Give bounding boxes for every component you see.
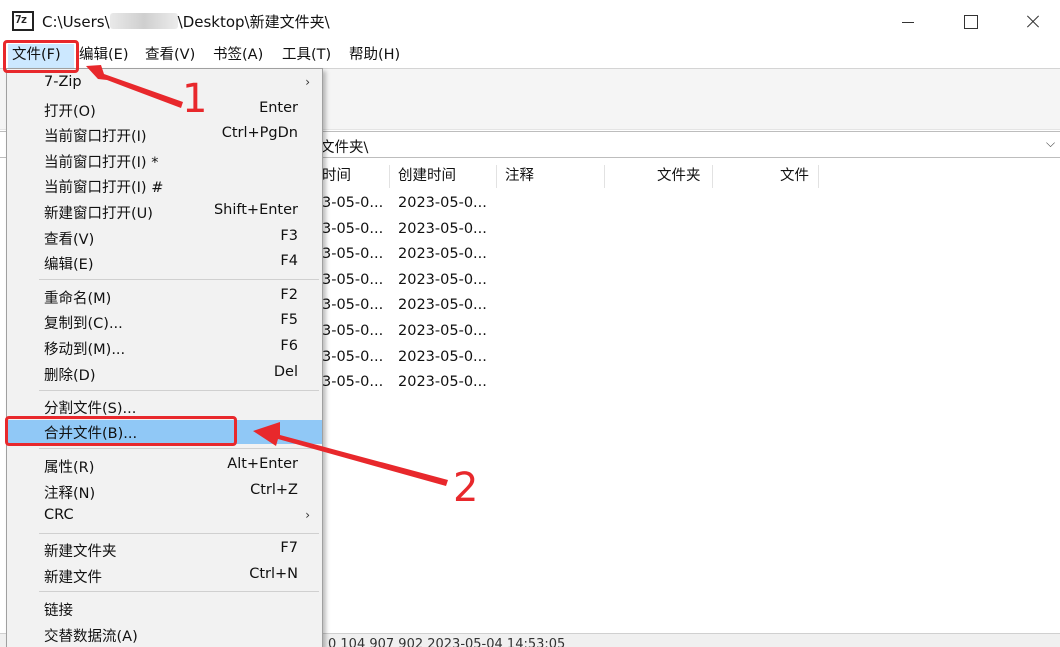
annotation-arrows (86, 65, 448, 486)
annotation-arrow-1 (86, 65, 183, 108)
annotation-number-2: 2 (453, 465, 479, 511)
annotation-arrow-2 (253, 422, 448, 486)
annotation-number-1: 1 (182, 76, 208, 122)
